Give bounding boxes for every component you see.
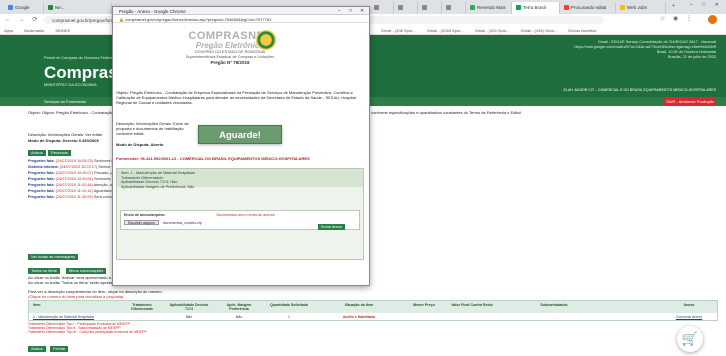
browser-tab-active[interactable]: Terra Brasil (512, 2, 560, 14)
table-row: 1 - Manutenção de Material Hospitalar - … (29, 313, 717, 320)
page-icon (620, 5, 625, 10)
legend-red: (Clique no número do item para visualiza… (28, 294, 124, 299)
browser-tab[interactable] (442, 2, 466, 14)
choose-file-button[interactable]: Escolher arquivo (124, 220, 159, 225)
loading-overlay: Aguarde! (198, 125, 282, 144)
bookmark-item[interactable]: Gmail - (194) Gma... (521, 28, 557, 33)
site-logo-text: Compras (44, 63, 118, 82)
portal-label: Portal de Compras do Governo Federal (44, 55, 115, 60)
page-icon (398, 5, 403, 10)
tab-avisos[interactable]: Avisos (28, 150, 46, 156)
table-header: Item Tratamento Diferenciado Aplicabilid… (29, 301, 717, 313)
popup-objeto: Objeto: Pregão Eletrônico - Contratação … (116, 90, 356, 105)
tab-recursos[interactable]: Recursos (48, 150, 71, 156)
bookmark-item[interactable]: Gmail - (2083 Spor... (427, 28, 464, 33)
browser-tab[interactable]: Google (4, 2, 44, 14)
item-link[interactable]: 1 - Manutenção de Material Hospitalar (33, 315, 123, 319)
page-icon (516, 5, 521, 10)
page-icon (446, 5, 451, 10)
new-tab-button[interactable]: + (672, 3, 675, 9)
convocar-anexo-link[interactable]: Convocar Anexo (669, 315, 709, 319)
shopping-cart-icon[interactable]: 🛒 (677, 326, 703, 352)
see-all-messages-link[interactable]: Ver todas as mensagens (28, 254, 79, 260)
modo-text: Modo de Disputa: Decreto 5.450/2005 (28, 138, 99, 143)
browser-tab[interactable]: Revendo Mais (466, 2, 512, 14)
browser-tab[interactable] (370, 2, 394, 14)
browser-tab[interactable] (394, 2, 418, 14)
window-controls[interactable]: – □ ✕ (690, 2, 723, 8)
popup-url-bar[interactable]: 🔒 comprasnet.gov.br/pregao/fornec/Anexos… (113, 15, 369, 23)
tab-convocacoes[interactable]: Meus convocações (66, 268, 107, 274)
file-name: documentos_modelo.zip (162, 221, 202, 225)
bookmark-item[interactable]: Gmail - (204 Spor... (475, 28, 510, 33)
page-icon (374, 5, 379, 10)
user-line: ELAH JUNIOR CIT. - COMERCIAL E DO BRASIL… (563, 88, 717, 92)
nav-arrows-icon[interactable]: ← → ⟳ (5, 16, 40, 23)
ministry-label: MINISTÉRIO DA ECONOMIA (44, 82, 97, 87)
google-icon (8, 5, 13, 10)
browser-tab[interactable]: Procurando edital (560, 2, 616, 14)
bookmark-item[interactable]: Outros favoritos (568, 28, 596, 33)
footnotes: Tratamento Diferenciado Tipo I - Partici… (28, 322, 147, 334)
browser-tab[interactable] (418, 2, 442, 14)
profile-avatar[interactable] (708, 15, 717, 24)
bookmark-item[interactable]: Gmail - (208 Spor... (381, 28, 416, 33)
extension-icons[interactable]: ☆ ◉ ⋮ (660, 15, 695, 22)
close-icon[interactable]: ✕ (360, 8, 364, 14)
popup-titlebar: Pregão - Anexo - Google Chrome – □ ✕ (113, 7, 369, 15)
descricao-text: Descrição: Informações Gerais: Ver edita… (28, 132, 102, 137)
nav-services[interactable]: Serviços do Fornecedor (44, 99, 86, 104)
popup-modo: Modo de Disputa: Aberto (116, 142, 164, 147)
logout-button[interactable]: SAIR - Ambiente Produção (664, 98, 716, 105)
popup-descricao: Descrição: Informações Gerais: Envio de … (116, 121, 189, 136)
items-table: Item Tratamento Diferenciado Aplicabilid… (28, 300, 718, 321)
comprasnet-icon (48, 5, 53, 10)
bookmark-item[interactable]: SIDNEE (55, 28, 70, 33)
status-badge: Aceito e Habilitado (342, 314, 376, 319)
bottom-tab-avisos[interactable]: Avisos (28, 346, 46, 352)
browser-tab[interactable]: Web Jobs (616, 2, 666, 14)
header-info: Gmail - EDGAR Serviço Consolidação de 'D… (574, 40, 716, 59)
item-box-header: Item: 1 - Manutenção de Material Hospita… (117, 169, 363, 189)
page-icon (564, 5, 569, 10)
fornecedor-label: Fornecedor: 06.441.592/0001-12 - COMERCI… (116, 156, 310, 161)
maximize-icon[interactable]: □ (349, 8, 352, 14)
government-seal-icon (256, 30, 276, 50)
minimize-icon[interactable]: – (338, 8, 341, 14)
bookmark-item[interactable]: Bookmarks (24, 28, 44, 33)
page-icon (470, 5, 475, 10)
bottom-tab-fechar[interactable]: Fechar (50, 346, 69, 352)
bookmark-item[interactable]: Apps (4, 28, 13, 33)
tab-todos-itens[interactable]: Todos os Itens (28, 268, 60, 274)
send-attachment-button[interactable]: Enviar Anexo (318, 224, 346, 230)
page-icon (422, 5, 427, 10)
browser-tab[interactable]: Ne... (44, 2, 112, 14)
